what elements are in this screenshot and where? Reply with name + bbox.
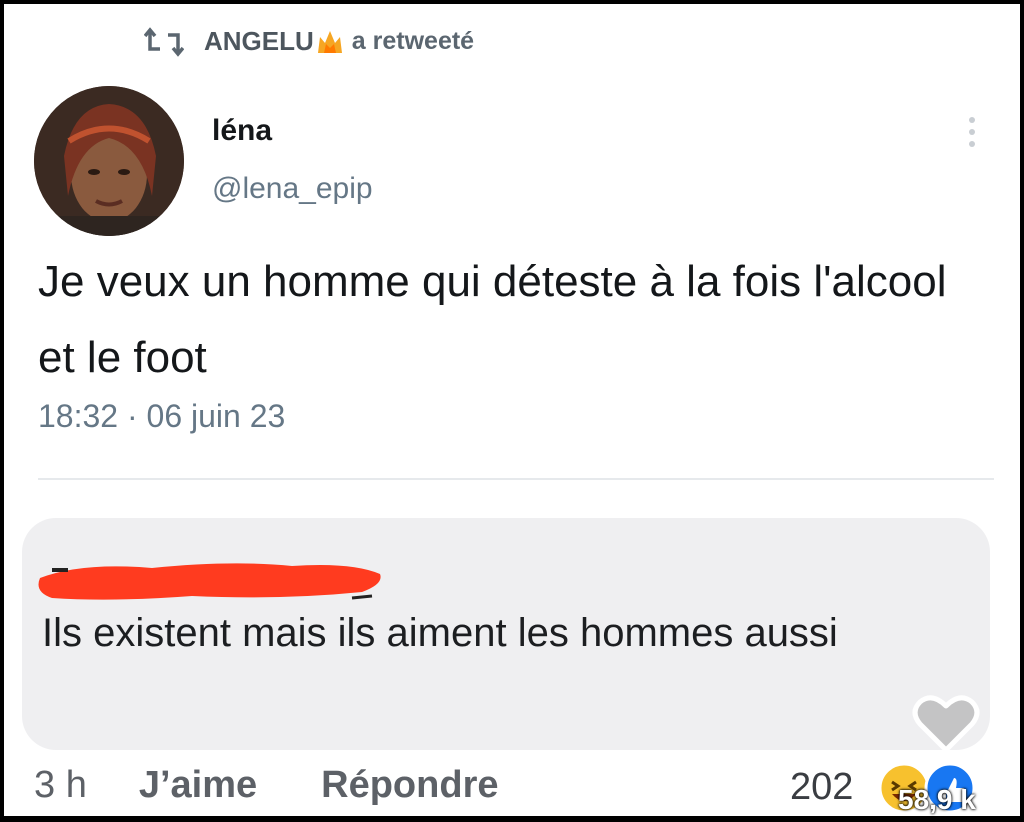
tweet-text: Je veux un homme qui déteste à la fois l… bbox=[38, 257, 947, 382]
avatar[interactable] bbox=[34, 86, 184, 236]
author-handle[interactable]: @lena_epip bbox=[212, 172, 373, 206]
comment-text: Ils existent mais ils aiment les hommes … bbox=[42, 611, 838, 655]
author-name[interactable]: léna bbox=[212, 114, 272, 148]
retweet-icon bbox=[144, 26, 184, 57]
comment-bubble: Ils existent mais ils aiment les hommes … bbox=[22, 518, 990, 750]
divider bbox=[38, 478, 994, 480]
fire-crown-icon bbox=[317, 30, 342, 53]
retweet-header: ANGELU a retweeté bbox=[144, 26, 474, 57]
reaction-count[interactable]: 202 bbox=[790, 766, 853, 809]
more-options-icon[interactable] bbox=[962, 112, 982, 152]
retweeter-name[interactable]: ANGELU bbox=[204, 26, 314, 57]
avatar-image bbox=[34, 86, 184, 236]
like-button[interactable]: J’aime bbox=[139, 764, 257, 807]
reply-button[interactable]: Répondre bbox=[321, 764, 498, 807]
retweet-action-text: a retweeté bbox=[351, 27, 475, 55]
tweet-timestamp[interactable]: 18:32 · 06 juin 23 bbox=[38, 398, 285, 435]
comment-actions: 3 h J’aime Répondre bbox=[34, 764, 499, 807]
reactions-total: 58,9 k bbox=[898, 784, 976, 815]
redacted-author-name bbox=[38, 563, 381, 600]
screenshot-frame: ANGELU a retweeté léna @lena_epip Je veu… bbox=[4, 4, 1020, 816]
heart-icon[interactable] bbox=[910, 690, 982, 756]
comment-time: 3 h bbox=[34, 764, 87, 806]
